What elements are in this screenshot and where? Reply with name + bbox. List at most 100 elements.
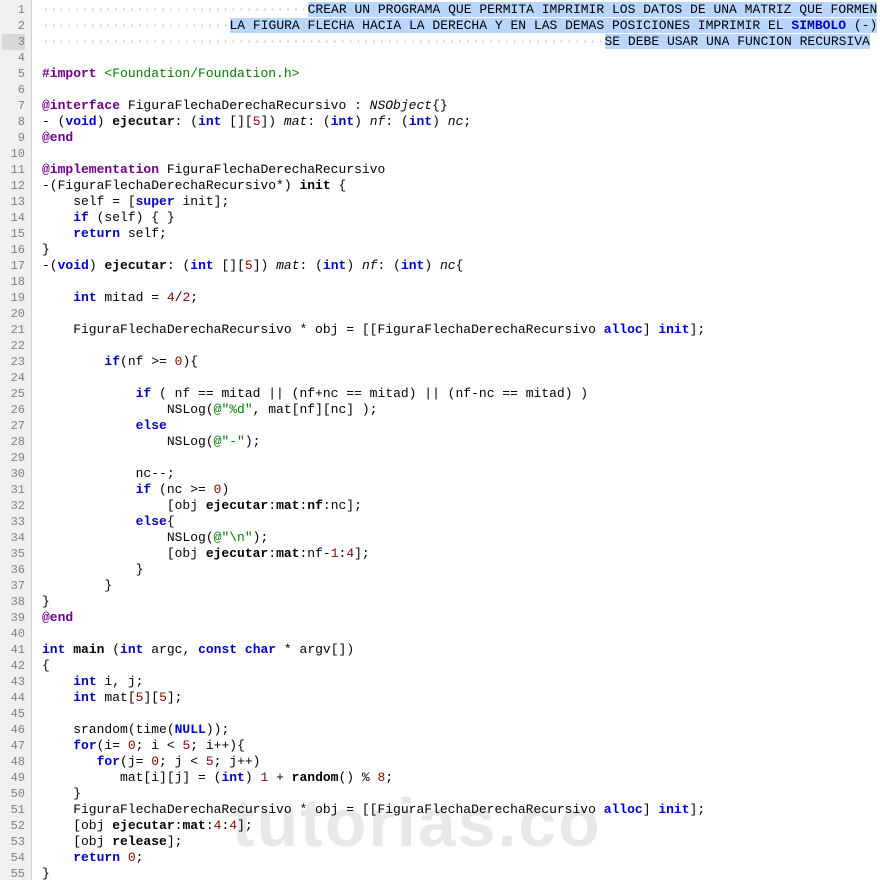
code-line[interactable]: else{ xyxy=(42,514,880,530)
code-line[interactable] xyxy=(42,50,880,66)
code-line[interactable] xyxy=(42,370,880,386)
line-number[interactable]: 15 xyxy=(2,226,25,242)
code-line[interactable]: } xyxy=(42,578,880,594)
code-line[interactable]: FiguraFlechaDerechaRecursivo * obj = [[F… xyxy=(42,322,880,338)
code-line[interactable]: } xyxy=(42,242,880,258)
code-line[interactable]: @interface FiguraFlechaDerechaRecursivo … xyxy=(42,98,880,114)
line-number[interactable]: 22 xyxy=(2,338,25,354)
line-number[interactable]: 26 xyxy=(2,402,25,418)
code-line[interactable]: -(void) ejecutar: (int [][5]) mat: (int)… xyxy=(42,258,880,274)
line-number[interactable]: 49 xyxy=(2,770,25,786)
line-number[interactable]: 27 xyxy=(2,418,25,434)
line-number[interactable]: 45 xyxy=(2,706,25,722)
line-number[interactable]: 42 xyxy=(2,658,25,674)
line-number[interactable]: 53 xyxy=(2,834,25,850)
line-number[interactable]: 1 xyxy=(2,2,25,18)
line-number-gutter[interactable]: 1234567891011121314151617181920212223242… xyxy=(0,0,32,880)
line-number[interactable]: 51 xyxy=(2,802,25,818)
line-number[interactable]: 34 xyxy=(2,530,25,546)
line-number[interactable]: 39 xyxy=(2,610,25,626)
code-line[interactable]: [obj ejecutar:mat:nf:nc]; xyxy=(42,498,880,514)
line-number[interactable]: 14 xyxy=(2,210,25,226)
code-line[interactable] xyxy=(42,706,880,722)
line-number[interactable]: 20 xyxy=(2,306,25,322)
line-number[interactable]: 36 xyxy=(2,562,25,578)
line-number[interactable]: 21 xyxy=(2,322,25,338)
code-line[interactable]: if(nf >= 0){ xyxy=(42,354,880,370)
line-number[interactable]: 35 xyxy=(2,546,25,562)
code-line[interactable]: int mitad = 4/2; xyxy=(42,290,880,306)
code-line[interactable] xyxy=(42,274,880,290)
code-line[interactable]: [obj ejecutar:mat:nf-1:4]; xyxy=(42,546,880,562)
code-line[interactable]: @end xyxy=(42,130,880,146)
code-line[interactable]: int i, j; xyxy=(42,674,880,690)
line-number[interactable]: 17 xyxy=(2,258,25,274)
line-number[interactable]: 2 xyxy=(2,18,25,34)
code-line[interactable]: for(j= 0; j < 5; j++) xyxy=(42,754,880,770)
line-number[interactable]: 3 xyxy=(2,34,25,50)
line-number[interactable]: 54 xyxy=(2,850,25,866)
code-line[interactable]: for(i= 0; i < 5; i++){ xyxy=(42,738,880,754)
code-line[interactable]: FiguraFlechaDerechaRecursivo * obj = [[F… xyxy=(42,802,880,818)
code-line[interactable]: @end xyxy=(42,610,880,626)
code-line[interactable]: ··································CREAR·… xyxy=(42,2,880,18)
line-number[interactable]: 23 xyxy=(2,354,25,370)
line-number[interactable]: 40 xyxy=(2,626,25,642)
code-line[interactable]: return self; xyxy=(42,226,880,242)
code-line[interactable] xyxy=(42,306,880,322)
code-line[interactable]: -(FiguraFlechaDerechaRecursivo*) init { xyxy=(42,178,880,194)
line-number[interactable]: 7 xyxy=(2,98,25,114)
code-line[interactable]: self = [super init]; xyxy=(42,194,880,210)
line-number[interactable]: 46 xyxy=(2,722,25,738)
line-number[interactable]: 31 xyxy=(2,482,25,498)
code-line[interactable]: [obj release]; xyxy=(42,834,880,850)
code-line[interactable]: else xyxy=(42,418,880,434)
line-number[interactable]: 41 xyxy=(2,642,25,658)
line-number[interactable]: 5 xyxy=(2,66,25,82)
code-line[interactable] xyxy=(42,626,880,642)
code-line[interactable]: ························LA·FIGURA·FLECHA… xyxy=(42,18,880,34)
code-line[interactable]: return 0; xyxy=(42,850,880,866)
line-number[interactable]: 32 xyxy=(2,498,25,514)
code-line[interactable]: { xyxy=(42,658,880,674)
line-number[interactable]: 24 xyxy=(2,370,25,386)
line-number[interactable]: 29 xyxy=(2,450,25,466)
code-line[interactable]: } xyxy=(42,786,880,802)
code-line[interactable]: [obj ejecutar:mat:4:4]; xyxy=(42,818,880,834)
line-number[interactable]: 19 xyxy=(2,290,25,306)
line-number[interactable]: 16 xyxy=(2,242,25,258)
line-number[interactable]: 6 xyxy=(2,82,25,98)
code-line[interactable]: ········································… xyxy=(42,34,880,50)
code-line[interactable] xyxy=(42,450,880,466)
code-line[interactable]: if ( nf == mitad || (nf+nc == mitad) || … xyxy=(42,386,880,402)
line-number[interactable]: 33 xyxy=(2,514,25,530)
line-number[interactable]: 9 xyxy=(2,130,25,146)
code-area[interactable]: tutorias.co ····························… xyxy=(32,0,880,880)
code-line[interactable]: if (nc >= 0) xyxy=(42,482,880,498)
line-number[interactable]: 48 xyxy=(2,754,25,770)
code-line[interactable] xyxy=(42,338,880,354)
code-line[interactable]: } xyxy=(42,594,880,610)
code-line[interactable]: srandom(time(NULL)); xyxy=(42,722,880,738)
line-number[interactable]: 13 xyxy=(2,194,25,210)
line-number[interactable]: 12 xyxy=(2,178,25,194)
code-line[interactable]: NSLog(@"\n"); xyxy=(42,530,880,546)
line-number[interactable]: 47 xyxy=(2,738,25,754)
code-line[interactable]: int mat[5][5]; xyxy=(42,690,880,706)
line-number[interactable]: 50 xyxy=(2,786,25,802)
code-line[interactable]: mat[i][j] = (int) 1 + random() % 8; xyxy=(42,770,880,786)
line-number[interactable]: 18 xyxy=(2,274,25,290)
code-line[interactable] xyxy=(42,82,880,98)
line-number[interactable]: 11 xyxy=(2,162,25,178)
code-line[interactable]: #import <Foundation/Foundation.h> xyxy=(42,66,880,82)
code-line[interactable]: NSLog(@"%d", mat[nf][nc] ); xyxy=(42,402,880,418)
code-line[interactable]: int main (int argc, const char * argv[]) xyxy=(42,642,880,658)
code-line[interactable]: NSLog(@"-"); xyxy=(42,434,880,450)
line-number[interactable]: 28 xyxy=(2,434,25,450)
code-line[interactable]: } xyxy=(42,562,880,578)
line-number[interactable]: 25 xyxy=(2,386,25,402)
line-number[interactable]: 44 xyxy=(2,690,25,706)
line-number[interactable]: 52 xyxy=(2,818,25,834)
code-line[interactable]: - (void) ejecutar: (int [][5]) mat: (int… xyxy=(42,114,880,130)
code-line[interactable]: @implementation FiguraFlechaDerechaRecur… xyxy=(42,162,880,178)
